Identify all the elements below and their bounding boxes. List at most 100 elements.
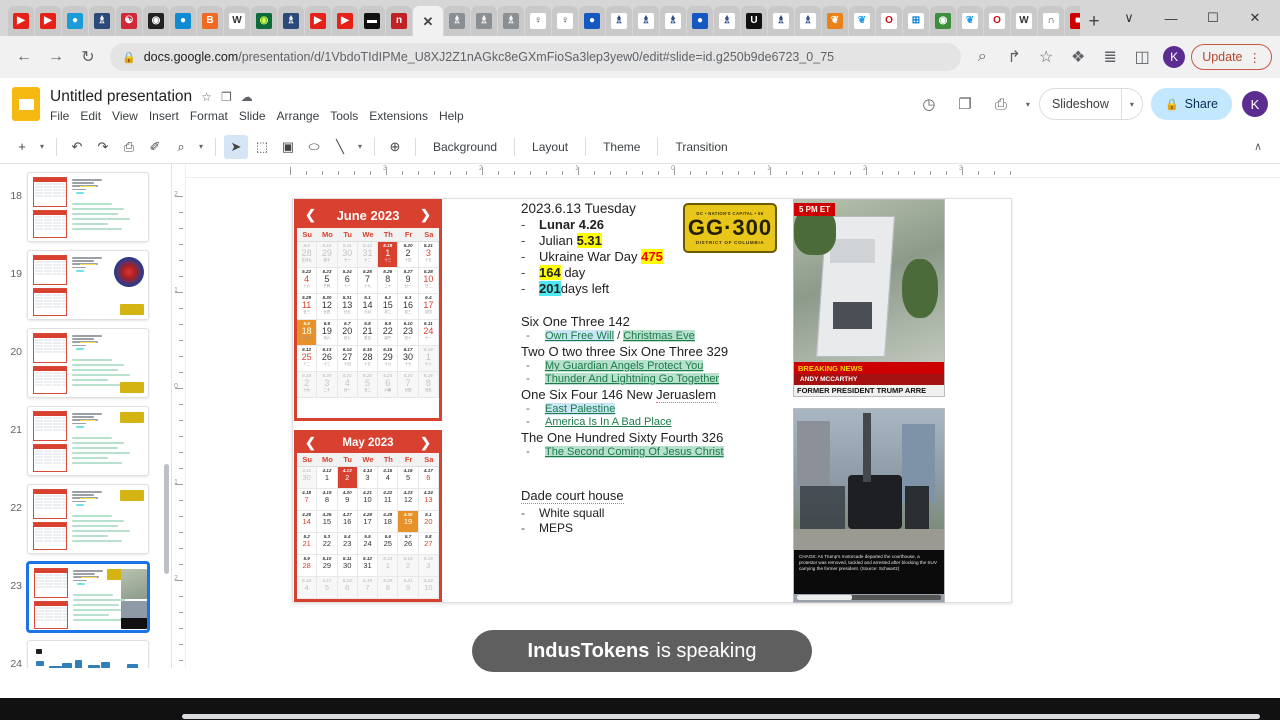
shape-tool-button[interactable]: ⬭	[302, 135, 326, 159]
tab-green-tab[interactable]: ◉	[930, 6, 956, 36]
filmstrip-slide-23[interactable]: 23	[0, 558, 171, 636]
tab-blue-globe-tab-1[interactable]: ●	[579, 6, 605, 36]
filmstrip-slide-21[interactable]: 21	[0, 402, 171, 480]
layout-button[interactable]: Layout	[523, 140, 577, 154]
prev-month-icon[interactable]: ❮	[305, 207, 316, 223]
tab-blue-globe-tab-2[interactable]: ●	[687, 6, 713, 36]
prev-month-icon-may[interactable]: ❮	[305, 435, 316, 451]
tab-youtube-tab-3[interactable]: ▶	[305, 6, 331, 36]
reading-list-icon[interactable]: ≣	[1095, 41, 1125, 73]
tab-seal-tab-2[interactable]: ♗	[471, 6, 497, 36]
tab-twitter-tab-2[interactable]: ❦	[957, 6, 983, 36]
share-button[interactable]: 🔒 Share	[1150, 88, 1232, 120]
background-button[interactable]: Background	[424, 140, 506, 154]
slide-canvas-area[interactable]: 3210123 21012 ❮ June 2023 ❯ Su Mo Tu We Th Fr…	[172, 164, 1280, 668]
minimize-button[interactable]: —	[1150, 1, 1192, 35]
extensions-puzzle-icon[interactable]: ❖	[1063, 41, 1093, 73]
tab-globe-tab-1[interactable]: ●	[62, 6, 88, 36]
june-calendar[interactable]: ❮ June 2023 ❯ Su Mo Tu We Th Fr Sa 5.9 28 五月九 5.1…	[294, 199, 442, 421]
meet-caret-icon[interactable]: ▾	[1021, 88, 1035, 120]
bookmark-star-icon[interactable]: ☆	[1031, 41, 1061, 73]
tab-search-icon[interactable]: ∨	[1108, 1, 1150, 35]
filmstrip-slide-19[interactable]: 19	[0, 246, 171, 324]
tab-microsoft-tab[interactable]: ⊞	[903, 6, 929, 36]
menu-slide[interactable]: Slide	[239, 109, 266, 123]
star-icon[interactable]: ☆	[201, 90, 212, 104]
collapse-toolbar-icon[interactable]: ∧	[1246, 135, 1270, 159]
back-button[interactable]: ←	[8, 41, 40, 73]
tab-blogger-tab[interactable]: B	[197, 6, 223, 36]
document-title[interactable]: Untitled presentation	[50, 88, 192, 106]
tab-crest-tab-3[interactable]: ♗	[660, 6, 686, 36]
slide-thumbnail[interactable]	[27, 328, 149, 398]
slide-thumbnail[interactable]	[27, 406, 149, 476]
current-slide[interactable]: ❮ June 2023 ❯ Su Mo Tu We Th Fr Sa 5.9 28 五月九 5.1…	[292, 198, 1012, 603]
maximize-button[interactable]: ☐	[1192, 1, 1234, 35]
tab-dark-tab-1[interactable]: ▬	[359, 6, 385, 36]
tab-person-tab-2[interactable]: ♀	[552, 6, 578, 36]
item-link-secondary[interactable]: Christmas Eve	[623, 330, 695, 342]
item-link[interactable]: My Guardian Angels Protect You	[545, 360, 704, 372]
tab-globe-tab-2[interactable]: ●	[170, 6, 196, 36]
browser-menu-icon[interactable]: ⋮	[1249, 50, 1262, 65]
zoom-caret-icon[interactable]: ▾	[195, 135, 207, 159]
tab-seal-tab-1[interactable]: ♗	[444, 6, 470, 36]
tab-seal-tab-3[interactable]: ♗	[498, 6, 524, 36]
menu-help[interactable]: Help	[439, 109, 464, 123]
tab-youtube-tab-1[interactable]: ▶	[8, 6, 34, 36]
slideshow-caret-icon[interactable]: ▾	[1122, 100, 1142, 109]
tab-flame-tab[interactable]: ❦	[822, 6, 848, 36]
menu-arrange[interactable]: Arrange	[277, 109, 320, 123]
address-bar[interactable]: 🔒 docs.google.com/presentation/d/1VbdoTI…	[110, 43, 962, 71]
new-slide-caret-icon[interactable]: ▾	[36, 135, 48, 159]
tab-twitter-tab-1[interactable]: ❦	[849, 6, 875, 36]
side-panel-icon[interactable]: ◫	[1127, 41, 1157, 73]
tab-crest-tab-6[interactable]: ♗	[795, 6, 821, 36]
item-link[interactable]: Thunder And Lightning Go Together	[545, 373, 720, 385]
select-tool-button[interactable]: ➤	[224, 134, 248, 159]
tab-crest-tab-1[interactable]: ♗	[606, 6, 632, 36]
slide-thumbnail[interactable]	[27, 484, 149, 554]
menu-extensions[interactable]: Extensions	[369, 109, 428, 123]
redo-button[interactable]: ↷	[91, 135, 115, 159]
tab-wikipedia-tab-2[interactable]: W	[1011, 6, 1037, 36]
filmstrip-slide-24[interactable]: 24	[0, 636, 171, 668]
undo-button[interactable]: ↶	[65, 135, 89, 159]
next-month-icon[interactable]: ❯	[420, 207, 431, 223]
textbox-tool-button[interactable]: ⬚	[250, 135, 274, 159]
reload-button[interactable]: ↻	[72, 41, 104, 73]
search-icon[interactable]: ⌕	[967, 41, 997, 73]
tab-opera-tab-1[interactable]: O	[876, 6, 902, 36]
may-calendar[interactable]: ❮ May 2023 ❯ Su Mo Tu We Th Fr Sa 4.11 30 4.12 1 4…	[294, 430, 442, 602]
item-link[interactable]: The Second Coming Of Jesus Christ	[545, 446, 724, 458]
menu-insert[interactable]: Insert	[149, 109, 179, 123]
version-history-icon[interactable]: ◷	[913, 88, 945, 120]
forward-button[interactable]: →	[40, 41, 72, 73]
video-progress-bar[interactable]	[797, 595, 941, 600]
menu-file[interactable]: File	[50, 109, 69, 123]
meet-icon[interactable]: ⎙	[985, 88, 1017, 120]
add-comment-button[interactable]: ⊕	[383, 135, 407, 159]
share-icon[interactable]: ↱	[999, 41, 1029, 73]
tab-youtube-tab-2[interactable]: ▶	[35, 6, 61, 36]
tab-crest-tab-4[interactable]: ♗	[714, 6, 740, 36]
move-to-folder-icon[interactable]: ❐	[221, 90, 232, 104]
slide-filmstrip[interactable]: 18 19 20 21 22 23 24	[0, 164, 172, 668]
theme-button[interactable]: Theme	[594, 140, 649, 154]
tab-taichi-tab[interactable]: ☯	[116, 6, 142, 36]
slide-thumbnail[interactable]	[27, 250, 149, 320]
update-button[interactable]: Update ⋮	[1191, 44, 1272, 70]
tab-news-tab[interactable]: n	[386, 6, 412, 36]
item-link[interactable]: America Is In A Bad Place	[545, 416, 672, 428]
transition-button[interactable]: Transition	[666, 140, 736, 154]
comment-icon[interactable]: ❐	[949, 88, 981, 120]
tab-dark-circle-tab[interactable]: ◉	[143, 6, 169, 36]
tab-person-tab-1[interactable]: ♀	[525, 6, 551, 36]
new-slide-button[interactable]: +	[10, 135, 34, 159]
tab-opera-tab-2[interactable]: O	[984, 6, 1010, 36]
tab-wikipedia-tab-1[interactable]: W	[224, 6, 250, 36]
tab-spiral-tab[interactable]: ◉	[251, 6, 277, 36]
item-link[interactable]: East Palestine	[545, 403, 616, 415]
print-button[interactable]: ⎙	[117, 135, 141, 159]
slide-thumbnail[interactable]	[27, 640, 149, 668]
